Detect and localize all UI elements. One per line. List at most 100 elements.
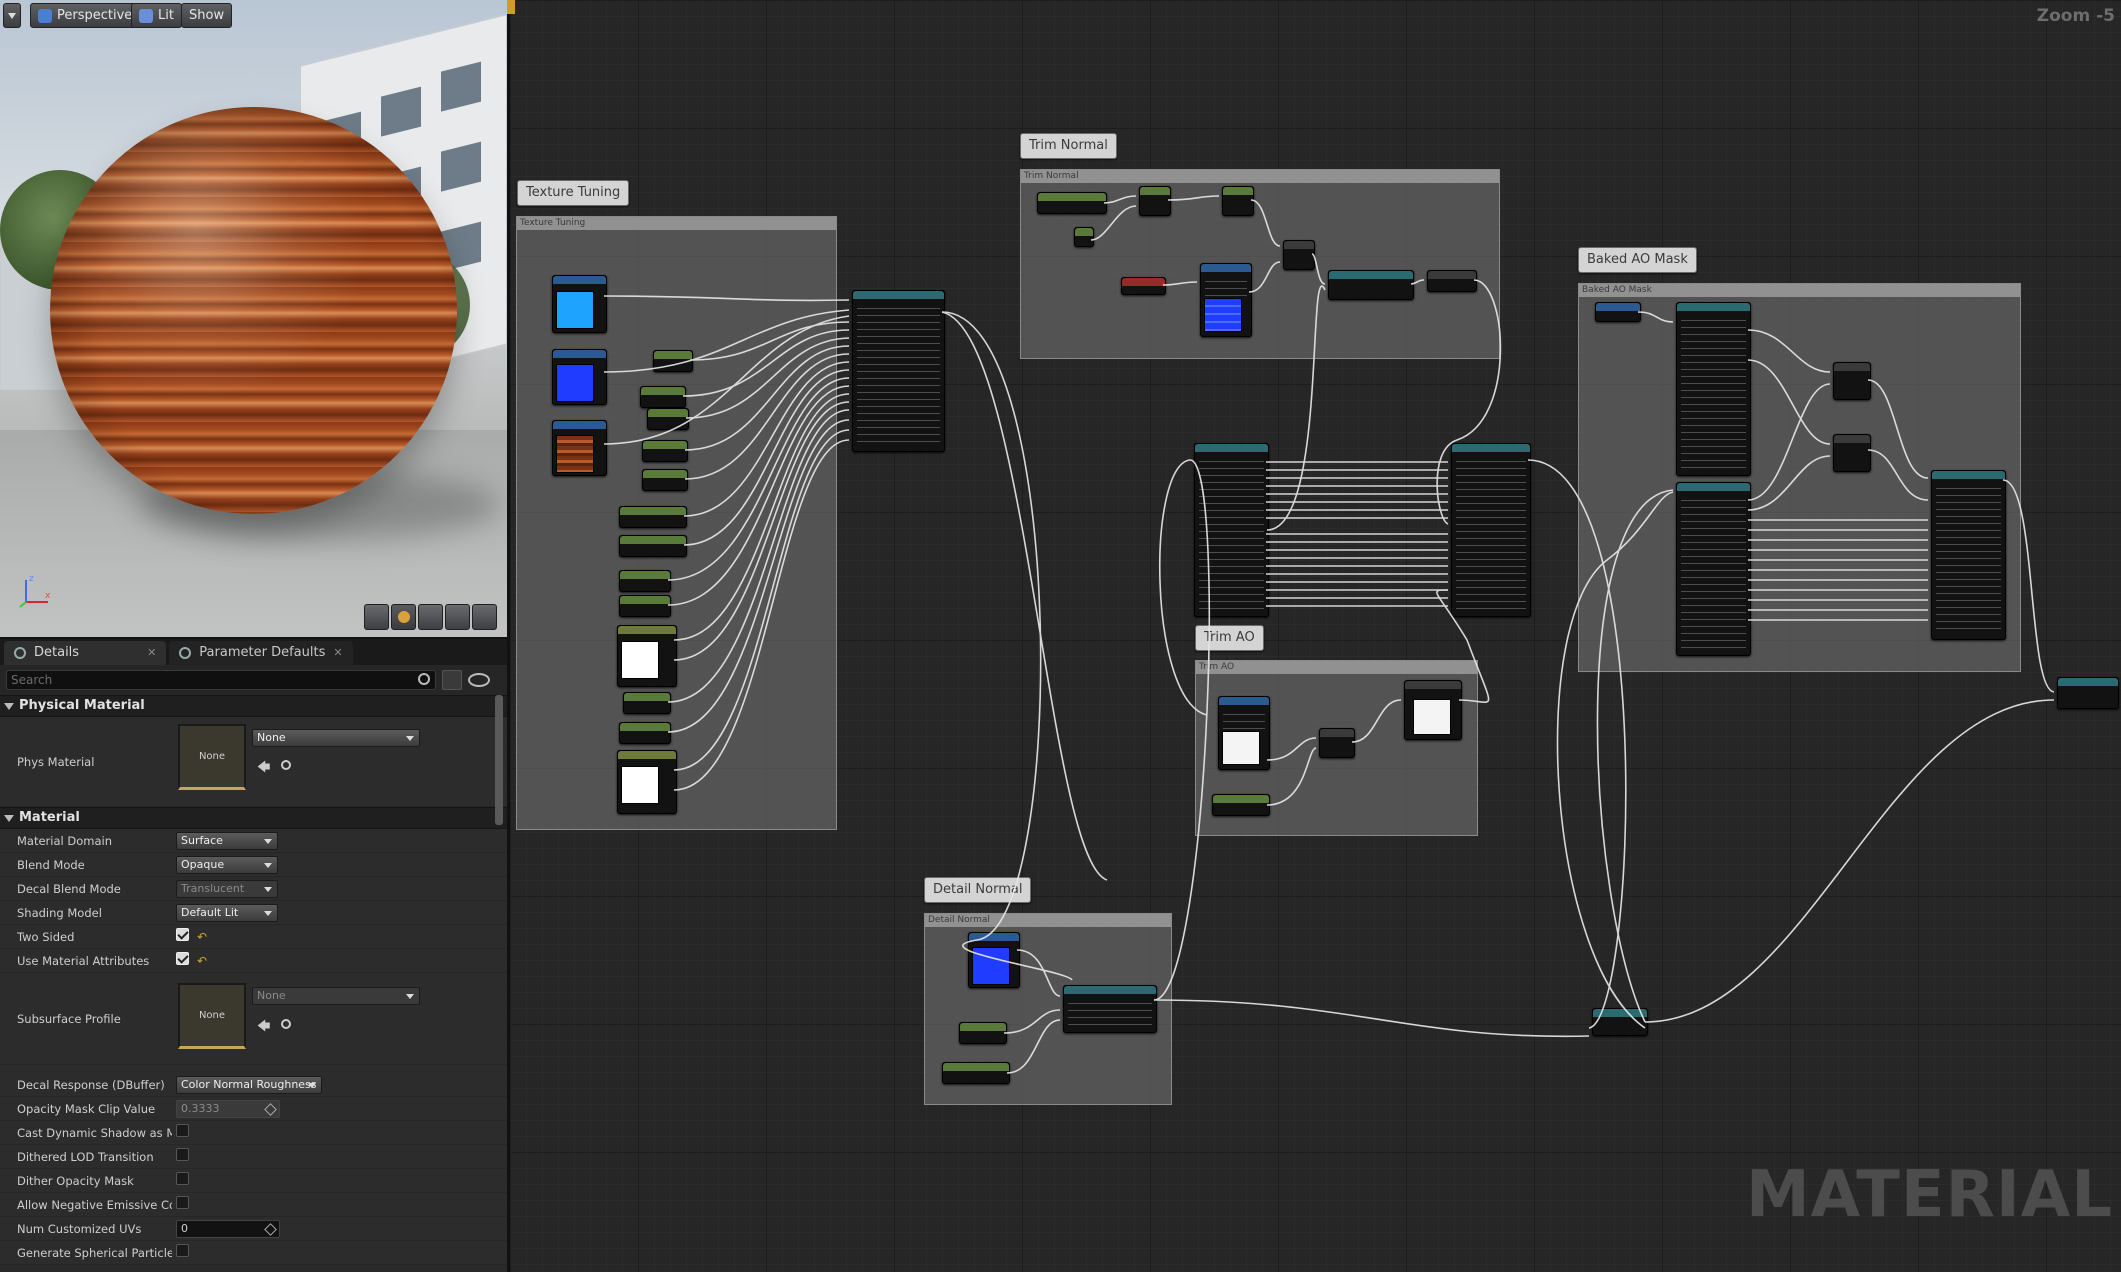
scalar-parameter-node[interactable] bbox=[959, 1022, 1007, 1044]
property-row-blend-mode: Blend Mode Opaque bbox=[0, 853, 507, 877]
cast-dynamic-shadow-as-masked-checkbox[interactable] bbox=[176, 1124, 189, 1137]
texture-sample-node[interactable] bbox=[552, 420, 607, 476]
scalar-parameter-node[interactable] bbox=[619, 722, 671, 744]
dither-opacity-mask-checkbox[interactable] bbox=[176, 1172, 189, 1185]
texture-sample-node[interactable] bbox=[552, 349, 607, 405]
power-node[interactable] bbox=[1319, 728, 1355, 758]
texture-sample-node[interactable] bbox=[1200, 263, 1252, 337]
detail-normal-function-node[interactable] bbox=[1063, 985, 1157, 1033]
layer-sample-function-node[interactable] bbox=[852, 290, 945, 452]
scalar-parameter-node[interactable] bbox=[1212, 794, 1270, 816]
scalar-parameter-node[interactable] bbox=[619, 595, 671, 617]
lit-button[interactable]: Lit bbox=[131, 3, 182, 28]
use-selected-arrow-icon[interactable]: 🡄 bbox=[257, 1017, 270, 1039]
texture-sample-node[interactable] bbox=[968, 932, 1020, 988]
category-physical-material[interactable]: Physical Material bbox=[0, 695, 507, 717]
panel-splitter-handle[interactable] bbox=[507, 0, 515, 14]
two-sided-checkbox[interactable] bbox=[176, 928, 189, 941]
reset-to-default-icon[interactable]: ↶ bbox=[197, 954, 207, 968]
allow-negative-emissive-color-checkbox[interactable] bbox=[176, 1196, 189, 1209]
scalar-parameter-node[interactable] bbox=[642, 440, 688, 462]
subsurface-profile-thumbnail[interactable]: None bbox=[178, 983, 246, 1049]
multiply-node[interactable] bbox=[1283, 240, 1315, 270]
make-material-attributes-node[interactable] bbox=[1451, 443, 1531, 617]
texture-sample-node[interactable] bbox=[1218, 696, 1270, 770]
search-input[interactable]: Search bbox=[6, 670, 436, 690]
static-switch-output-node[interactable] bbox=[2057, 677, 2119, 709]
viewport-options-button[interactable] bbox=[3, 3, 21, 28]
decal-blend-mode-dropdown[interactable]: Translucent bbox=[176, 880, 278, 898]
use-material-attributes-checkbox[interactable] bbox=[176, 952, 189, 965]
preview-viewport[interactable]: Perspective Lit Show x z bbox=[0, 0, 507, 637]
blend-mode-dropdown[interactable]: Opaque bbox=[176, 856, 278, 874]
scalar-parameter-node[interactable] bbox=[942, 1062, 1010, 1084]
show-button[interactable]: Show bbox=[181, 3, 233, 28]
num-customized-uvs-field[interactable]: 0 bbox=[176, 1220, 280, 1238]
sphere-preview-icon[interactable] bbox=[391, 604, 416, 630]
category-material[interactable]: Material bbox=[0, 807, 507, 829]
phys-material-thumbnail[interactable]: None bbox=[178, 724, 246, 790]
plane-preview-icon[interactable] bbox=[418, 604, 443, 630]
multiply-node[interactable] bbox=[1404, 680, 1462, 740]
break-material-attributes-node[interactable] bbox=[1676, 482, 1751, 656]
break-material-attributes-node[interactable] bbox=[1676, 302, 1751, 476]
browse-search-icon[interactable] bbox=[281, 1019, 291, 1029]
subsurface-profile-dropdown[interactable]: None bbox=[252, 987, 420, 1005]
reset-to-default-icon[interactable]: ↶ bbox=[197, 930, 207, 944]
blend-angle-corrected-normals-node[interactable] bbox=[1328, 270, 1414, 300]
append-node[interactable] bbox=[1139, 186, 1171, 216]
decal-response-dbuffer-dropdown[interactable]: Color Normal Roughness bbox=[176, 1076, 322, 1094]
texture-sample-node[interactable] bbox=[552, 275, 607, 333]
generate-spherical-particle-normals-checkbox[interactable] bbox=[176, 1244, 189, 1257]
scalar-parameter-node[interactable] bbox=[1037, 192, 1107, 214]
mesh-preview-icon[interactable] bbox=[472, 604, 497, 630]
texture-parameter-node[interactable] bbox=[1595, 302, 1641, 322]
scalar-parameter-node[interactable] bbox=[647, 408, 689, 430]
normalize-node[interactable] bbox=[1427, 270, 1477, 292]
static-switch-node[interactable] bbox=[1592, 1008, 1648, 1036]
scalar-parameter-node[interactable] bbox=[623, 692, 671, 714]
camera-view-icon[interactable] bbox=[364, 604, 389, 630]
property-label: Generate Spherical Particle Normals bbox=[17, 1246, 172, 1260]
details-scrollbar[interactable] bbox=[495, 695, 503, 825]
scalar-parameter-node[interactable] bbox=[619, 506, 687, 528]
vector-parameter-node[interactable] bbox=[617, 625, 677, 687]
material-domain-dropdown[interactable]: Surface bbox=[176, 832, 278, 850]
make-material-attributes-node[interactable] bbox=[1931, 470, 2006, 640]
property-label: Use Material Attributes bbox=[17, 954, 150, 968]
tab-parameter-defaults[interactable]: Parameter Defaults ✕ bbox=[169, 641, 353, 665]
constant-node[interactable] bbox=[1074, 227, 1094, 247]
scalar-parameter-node[interactable] bbox=[640, 386, 686, 408]
break-material-attributes-node[interactable] bbox=[1194, 443, 1269, 617]
perspective-button[interactable]: Perspective bbox=[30, 3, 141, 28]
property-matrix-button[interactable] bbox=[442, 670, 462, 690]
comment-tag-detail-normal[interactable]: Detail Normal bbox=[924, 877, 1032, 903]
comment-tag-baked-ao-mask[interactable]: Baked AO Mask bbox=[1578, 247, 1697, 273]
scalar-parameter-node[interactable] bbox=[619, 535, 687, 557]
tab-details[interactable]: Details ✕ bbox=[4, 641, 167, 665]
scalar-parameter-node[interactable] bbox=[653, 350, 693, 372]
lerp-node[interactable] bbox=[1833, 434, 1871, 472]
material-graph[interactable]: Texture Tuning Texture Tuning Trim Norma… bbox=[507, 0, 2121, 1272]
comment-tag-trim-normal[interactable]: Trim Normal bbox=[1020, 133, 1117, 159]
vector-parameter-node[interactable] bbox=[617, 750, 677, 814]
phys-material-dropdown[interactable]: None bbox=[252, 729, 420, 747]
comment-tag-trim-ao[interactable]: Trim AO bbox=[1195, 625, 1264, 651]
close-icon[interactable]: ✕ bbox=[333, 641, 342, 665]
close-icon[interactable]: ✕ bbox=[147, 641, 156, 665]
lerp-node[interactable] bbox=[1833, 362, 1871, 400]
dropdown-value: Color Normal Roughness bbox=[181, 1078, 317, 1091]
use-selected-arrow-icon[interactable]: 🡄 bbox=[257, 758, 270, 780]
view-options-eye-icon[interactable] bbox=[468, 673, 490, 687]
cube-preview-icon[interactable] bbox=[445, 604, 470, 630]
scalar-parameter-node[interactable] bbox=[642, 469, 688, 491]
svg-text:x: x bbox=[45, 591, 51, 601]
append-node[interactable] bbox=[1222, 186, 1254, 216]
shading-model-dropdown[interactable]: Default Lit bbox=[176, 904, 278, 922]
dithered-lod-transition-checkbox[interactable] bbox=[176, 1148, 189, 1161]
browse-search-icon[interactable] bbox=[281, 760, 291, 770]
opacity-mask-clip-value-field[interactable]: 0.3333 bbox=[176, 1100, 280, 1118]
texcoord-node[interactable] bbox=[1121, 277, 1166, 295]
comment-tag-texture-tuning[interactable]: Texture Tuning bbox=[517, 180, 630, 206]
scalar-parameter-node[interactable] bbox=[619, 570, 671, 592]
